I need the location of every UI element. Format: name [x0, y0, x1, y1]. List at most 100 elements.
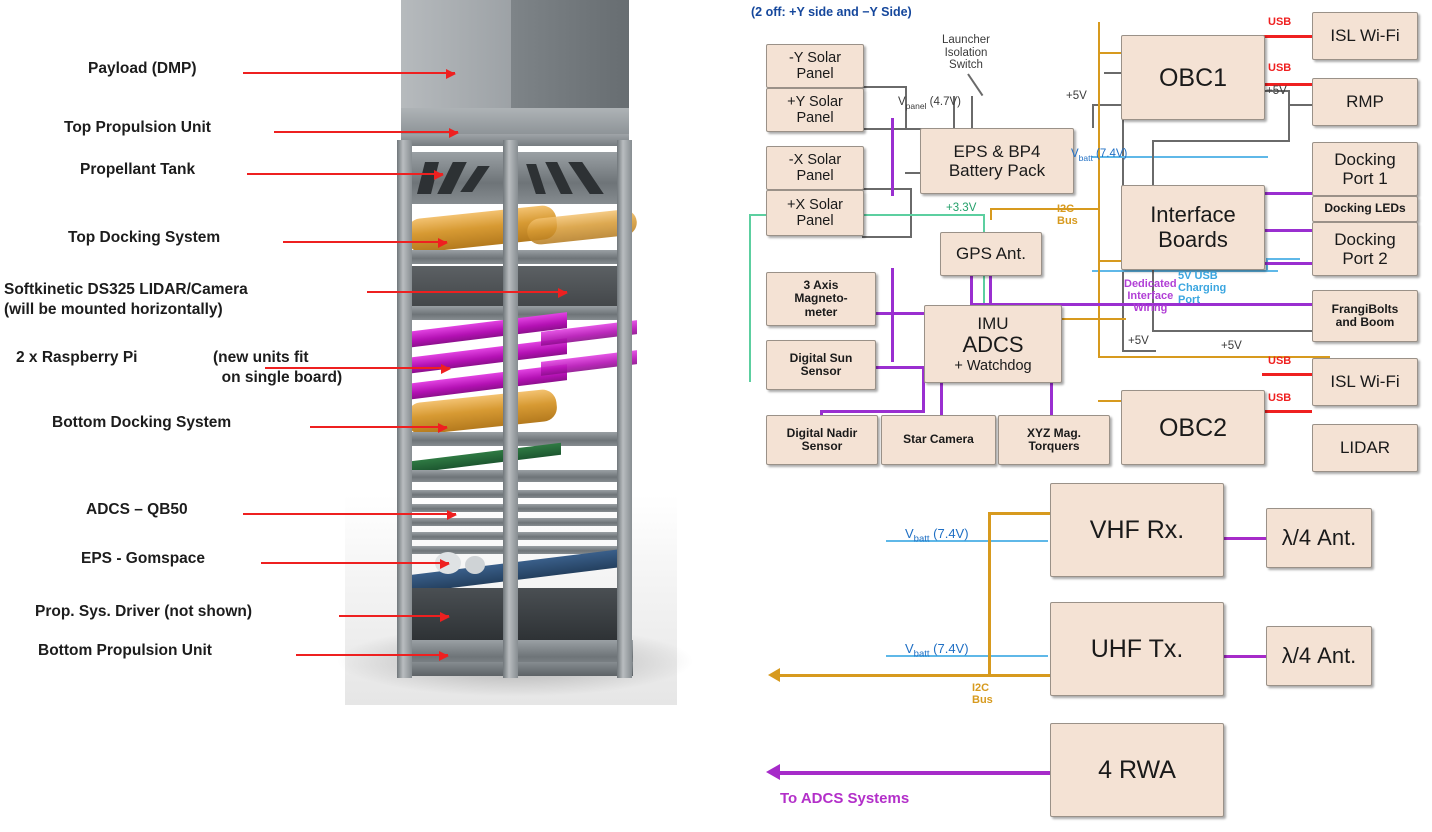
arrow-i2c-out: [768, 668, 780, 682]
wire-uhf-antenna: [1220, 655, 1266, 658]
wire-5v-eps-up: [1092, 104, 1094, 128]
node-gps-antenna[interactable]: GPS Ant.: [940, 232, 1042, 276]
arrow-head-icon: [449, 128, 459, 138]
node-antenna-uhf[interactable]: λ/4 Ant.: [1266, 626, 1372, 686]
node-imu-adcs-watchdog[interactable]: IMU ADCS + Watchdog: [924, 305, 1062, 383]
wire-vbatt-usb-up: [1266, 258, 1268, 272]
node-solar-panel-minus-y[interactable]: -Y Solar Panel: [766, 44, 864, 88]
node-docking-port-2[interactable]: Docking Port 2: [1312, 222, 1418, 276]
callout-label-eps-gomspace: EPS - Gomspace: [81, 550, 206, 567]
leader-line-top-propulsion-unit: [274, 128, 459, 138]
leader-line-raspberry-pi-note: [265, 364, 451, 374]
label-launcher-isolation-switch: Launcher Isolation Switch: [942, 34, 990, 72]
node-3-axis-magnetometer[interactable]: 3 Axis Magneto- meter: [766, 272, 876, 326]
label-dedicated-interface-wiring: Dedicated Interface Wiring: [1124, 278, 1177, 315]
wire-usb-isl-bottom: [1262, 373, 1312, 376]
leader-line-prop-sys-driver: [339, 612, 450, 622]
node-digital-sun-sensor[interactable]: Digital Sun Sensor: [766, 340, 876, 390]
cubesat-render: [335, 0, 695, 705]
node-solar-panel-plus-y[interactable]: +Y Solar Panel: [766, 88, 864, 132]
node-obc2[interactable]: OBC2: [1121, 390, 1265, 465]
node-vhf-rx[interactable]: VHF Rx.: [1050, 483, 1224, 577]
label-5v-mid: +5V: [1221, 340, 1242, 352]
wire-33v-v: [749, 214, 751, 382]
label-5v-top: +5V: [1066, 90, 1087, 102]
arrow-head-icon: [441, 364, 451, 374]
wire-vbatt-usb-r: [1266, 258, 1300, 260]
wire-solar-mx-v: [910, 188, 912, 238]
arrow-head-icon: [447, 510, 457, 520]
leader-line-propellant-tank: [247, 170, 444, 180]
node-uhf-tx[interactable]: UHF Tx.: [1050, 602, 1224, 696]
callout-label-propellant-tank: Propellant Tank: [80, 161, 196, 178]
arrow-head-icon: [438, 423, 448, 433]
callout-label-lidar-camera: Softkinetic DS325 LIDAR/Camera (will be …: [4, 281, 248, 318]
arrow-head-icon: [434, 170, 444, 180]
wire-5v-to-obc2: [1122, 350, 1156, 352]
arrow-head-icon: [440, 559, 450, 569]
node-eps-bp4-battery-pack[interactable]: EPS & BP4 Battery Pack: [920, 128, 1074, 194]
diagram-note: (2 off: +Y side and −Y Side): [751, 5, 912, 19]
label-usb-2: USB: [1268, 62, 1292, 74]
cubesat-photo-panel: Payload (DMP) Top Propulsion Unit Propella…: [0, 0, 700, 832]
system-block-diagram: (2 off: +Y side and −Y Side) -Y Solar Pa…: [700, 0, 1432, 832]
callout-label-raspberry-pi: 2 x Raspberry Pi: [16, 349, 138, 366]
structural-rail-left: [397, 140, 412, 678]
arrow-head-icon: [440, 612, 450, 622]
node-antenna-vhf[interactable]: λ/4 Ant.: [1266, 508, 1372, 568]
wire-vhf-antenna: [1220, 537, 1266, 540]
leader-line-top-docking-system: [283, 238, 448, 248]
wire-nadir-h: [820, 410, 925, 413]
leader-line-payload-dmp: [243, 69, 456, 79]
bottom-docking-board: [411, 442, 561, 474]
eps-component: [465, 556, 485, 574]
wire-5v-top: [1092, 104, 1124, 106]
arrow-head-icon: [558, 288, 568, 298]
structural-rail-center: [503, 140, 518, 678]
node-isl-wifi-bottom[interactable]: ISL Wi-Fi: [1312, 358, 1418, 406]
wire-iface-obc2: [891, 268, 894, 362]
node-4-rwa[interactable]: 4 RWA: [1050, 723, 1224, 817]
node-xyz-mag-torquers[interactable]: XYZ Mag. Torquers: [998, 415, 1110, 465]
wire-i2c-eps: [990, 208, 1100, 210]
node-docking-port-1[interactable]: Docking Port 1: [1312, 142, 1418, 196]
callout-label-top-docking-system: Top Docking System: [68, 229, 221, 246]
label-usb-3: USB: [1268, 355, 1292, 367]
wire-solar-mx: [862, 188, 912, 190]
callout-label-bottom-docking-system: Bottom Docking System: [52, 414, 232, 431]
callout-label-payload-dmp: Payload (DMP): [88, 60, 197, 77]
wire-lis-right: [971, 96, 973, 128]
node-solar-panel-plus-x[interactable]: +X Solar Panel: [766, 190, 864, 236]
label-vbatt-vhf: Vbatt (7.4V): [905, 526, 969, 545]
wire-i2c-vhf: [988, 512, 1050, 515]
callout-label-bottom-propulsion-unit: Bottom Propulsion Unit: [38, 642, 212, 659]
node-star-camera[interactable]: Star Camera: [881, 415, 996, 465]
wire-5v-frangi: [1152, 330, 1312, 332]
node-rmp[interactable]: RMP: [1312, 78, 1418, 126]
node-obc1[interactable]: OBC1: [1121, 35, 1265, 120]
wire-solar-px: [862, 236, 912, 238]
arrow-head-icon: [439, 651, 449, 661]
node-interface-boards[interactable]: Interface Boards: [1121, 185, 1265, 270]
leader-line-adcs-qb50: [243, 510, 457, 520]
wire-rwa-out: [778, 771, 1050, 775]
node-digital-nadir-sensor[interactable]: Digital Nadir Sensor: [766, 415, 878, 465]
leader-line-bottom-docking-system: [310, 423, 448, 433]
wire-i2c-adcs: [1060, 318, 1126, 320]
arrow-head-icon: [446, 69, 456, 79]
arrow-rwa-out: [766, 764, 780, 780]
node-solar-panel-minus-x[interactable]: -X Solar Panel: [766, 146, 864, 190]
wire-obc1-iface: [891, 118, 894, 196]
wire-i2c-eps-v: [990, 208, 992, 220]
label-v-panel: Vpanel (4.7V): [898, 96, 961, 112]
leader-line-eps-gomspace: [261, 559, 450, 569]
label-usb-1: USB: [1268, 16, 1292, 28]
wire-i2c-out: [778, 674, 1050, 677]
wire-i2c-right: [1098, 356, 1330, 358]
node-isl-wifi-top[interactable]: ISL Wi-Fi: [1312, 12, 1418, 60]
node-docking-leds[interactable]: Docking LEDs: [1312, 196, 1418, 222]
label-i2c-bus-bottom: I2C Bus: [972, 682, 993, 707]
callout-label-prop-sys-driver: Prop. Sys. Driver (not shown): [35, 603, 253, 620]
node-lidar[interactable]: LIDAR: [1312, 424, 1418, 472]
node-frangibolts-and-boom[interactable]: FrangiBolts and Boom: [1312, 290, 1418, 342]
